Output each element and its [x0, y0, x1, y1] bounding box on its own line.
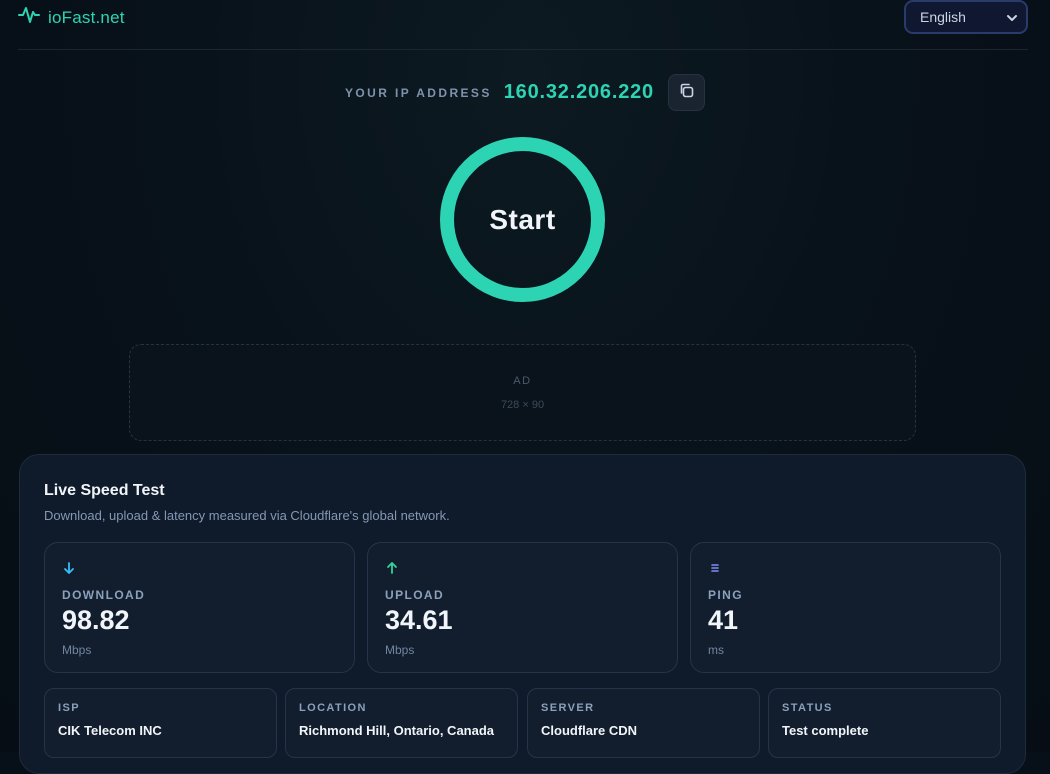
ip-address-row: YOUR IP ADDRESS 160.32.206.220 — [0, 74, 1050, 111]
brand-name: ioFast.net — [48, 7, 125, 27]
isp-label: ISP — [58, 702, 80, 714]
status-label: STATUS — [782, 702, 833, 714]
location-card: LOCATION Richmond Hill, Ontario, Canada — [285, 688, 518, 758]
language-select[interactable]: English — [904, 0, 1028, 34]
start-test-button[interactable]: Start — [440, 137, 605, 302]
ad-size: 728 × 90 — [500, 398, 545, 411]
header: ioFast.net English — [18, 0, 1028, 50]
start-button-label: Start — [489, 203, 556, 235]
isp-value: CIK Telecom INC — [58, 723, 162, 738]
server-label: SERVER — [541, 702, 595, 714]
server-card: SERVER Cloudflare CDN — [527, 688, 760, 758]
panel-subtitle: Download, upload & latency measured via … — [44, 508, 450, 523]
ip-value: 160.32.206.220 — [503, 81, 654, 103]
ad-label: AD — [513, 374, 532, 387]
ping-value: 41 — [708, 605, 739, 635]
upload-card: UPLOAD 34.61 Mbps — [367, 542, 678, 673]
ping-label: PING — [708, 588, 743, 602]
copy-icon — [678, 82, 695, 104]
ping-card: PING 41 ms — [690, 542, 1001, 673]
status-value: Test complete — [782, 723, 869, 738]
upload-value: 34.61 — [385, 605, 453, 635]
upload-unit: Mbps — [385, 643, 415, 657]
arrow-down-icon — [62, 561, 76, 580]
language-selected: English — [920, 8, 966, 25]
activity-pulse-icon — [18, 6, 40, 29]
ip-label: YOUR IP ADDRESS — [345, 85, 492, 100]
upload-label: UPLOAD — [385, 588, 445, 602]
location-value: Richmond Hill, Ontario, Canada — [299, 723, 495, 738]
download-unit: Mbps — [62, 643, 92, 657]
server-value: Cloudflare CDN — [541, 723, 638, 738]
panel-title: Live Speed Test — [44, 482, 165, 499]
brand-link[interactable]: ioFast.net — [18, 6, 125, 29]
chevron-down-icon — [1006, 9, 1018, 25]
ping-unit: ms — [708, 643, 724, 657]
download-card: DOWNLOAD 98.82 Mbps — [44, 542, 355, 673]
copy-ip-button[interactable] — [667, 74, 705, 111]
location-label: LOCATION — [299, 702, 367, 714]
ping-icon — [708, 561, 722, 580]
download-value: 98.82 — [62, 605, 130, 635]
speed-test-panel: Live Speed Test Download, upload & laten… — [19, 454, 1026, 774]
isp-card: ISP CIK Telecom INC — [44, 688, 277, 758]
status-card: STATUS Test complete — [768, 688, 1001, 758]
download-label: DOWNLOAD — [62, 588, 146, 602]
arrow-up-icon — [385, 561, 399, 580]
ad-placeholder: AD 728 × 90 — [129, 344, 916, 441]
